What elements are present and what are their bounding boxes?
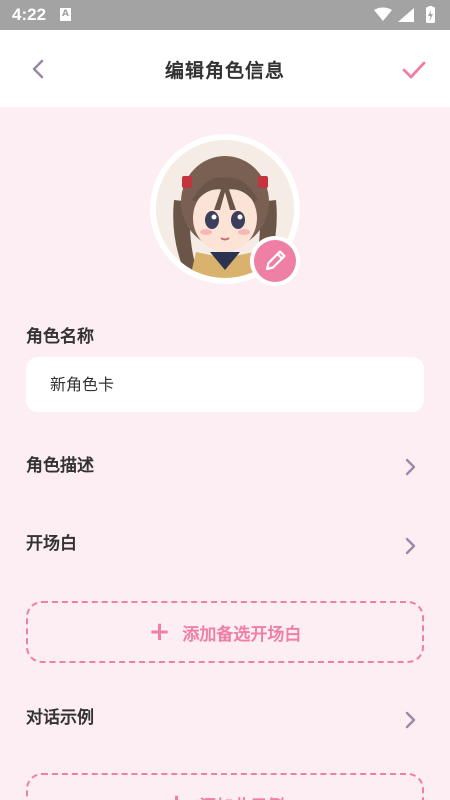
wifi-icon — [374, 7, 392, 21]
add-example-label: 添加此示例 — [199, 792, 284, 800]
system-status-icons — [374, 6, 435, 23]
chevron-right-icon[interactable] — [400, 534, 420, 558]
notification-icon: A — [60, 8, 71, 21]
name-label: 角色名称 — [26, 327, 94, 347]
edit-avatar-button[interactable] — [250, 236, 300, 286]
examples-label[interactable]: 对话示例 — [26, 703, 94, 728]
add-alt-opening-label: 添加备选开场白 — [182, 624, 302, 645]
plus-icon: + — [166, 791, 188, 800]
chevron-right-icon[interactable] — [400, 455, 420, 479]
pencil-icon — [265, 250, 286, 271]
status-time: 4:22 — [12, 5, 47, 24]
chevron-right-icon[interactable] — [400, 708, 420, 732]
check-icon[interactable] — [396, 52, 432, 88]
app-bar: 编辑角色信息 — [0, 30, 450, 107]
description-label[interactable]: 角色描述 — [26, 451, 94, 476]
signal-icon — [398, 8, 414, 22]
name-input[interactable] — [26, 357, 424, 412]
opening-label[interactable]: 开场白 — [26, 529, 77, 554]
add-alt-opening-button[interactable]: + 添加备选开场白 — [26, 601, 424, 663]
plus-icon: + — [148, 617, 171, 647]
status-bar: 4:22 A — [0, 0, 450, 30]
page-title: 编辑角色信息 — [164, 60, 285, 82]
add-example-button[interactable]: + 添加此示例 — [26, 773, 424, 800]
